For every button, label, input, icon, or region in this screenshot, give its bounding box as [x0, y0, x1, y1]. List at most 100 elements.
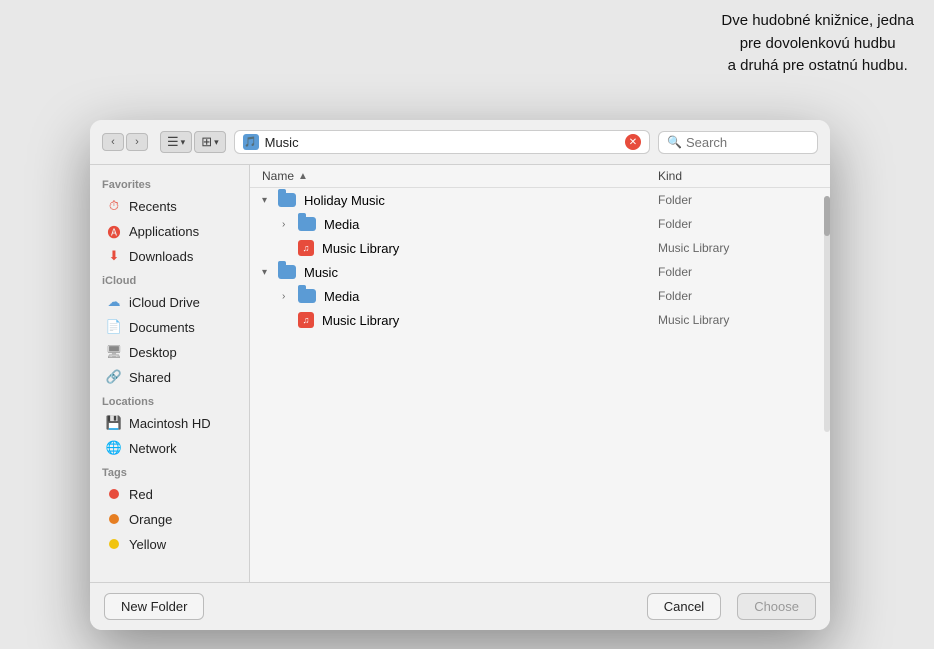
- sort-arrow-icon: ▲: [298, 171, 308, 182]
- desktop-icon: 🖥: [106, 344, 122, 360]
- red-tag-icon: [106, 486, 122, 502]
- sidebar-item-label-applications: Applications: [129, 224, 199, 239]
- expand-arrow-icon[interactable]: ›: [282, 291, 294, 302]
- table-row[interactable]: › Media Folder: [250, 212, 830, 236]
- icloud-header: iCloud: [90, 269, 249, 289]
- location-bar[interactable]: 🎵 Music ✕: [234, 130, 650, 154]
- back-button[interactable]: ‹: [102, 133, 124, 151]
- footer: New Folder Cancel Choose: [90, 582, 830, 630]
- sidebar-item-label-orange: Orange: [129, 512, 172, 527]
- expand-arrow-icon[interactable]: ▾: [262, 267, 274, 278]
- file-list: ▾ Holiday Music Folder › Media Folder: [250, 188, 830, 582]
- sidebar-item-icloud-drive[interactable]: ☁ iCloud Drive: [94, 290, 245, 314]
- list-view-button[interactable]: ☰ ▾: [160, 131, 192, 153]
- file-name-cell: ♫ Music Library: [262, 240, 658, 256]
- sidebar-item-label-desktop: Desktop: [129, 345, 177, 360]
- grid-view-button[interactable]: ⊞ ▾: [194, 131, 225, 153]
- locations-header: Locations: [90, 390, 249, 410]
- file-kind-cell: Music Library: [658, 241, 818, 255]
- expand-arrow-icon[interactable]: ›: [282, 219, 294, 230]
- main-content: Favorites ⏱ Recents 🅐 Applications ⬇ Dow…: [90, 165, 830, 582]
- sidebar-item-documents[interactable]: 📄 Documents: [94, 315, 245, 339]
- file-header: Name ▲ Kind: [250, 165, 830, 188]
- file-name-cell: › Media: [262, 217, 658, 232]
- sidebar-item-label-yellow: Yellow: [129, 537, 166, 552]
- scrollbar-thumb: [824, 196, 830, 236]
- music-library-icon: ♫: [298, 240, 314, 256]
- sidebar-item-label-shared: Shared: [129, 370, 171, 385]
- search-icon: 🔍: [667, 135, 682, 149]
- sidebar-item-yellow[interactable]: Yellow: [94, 532, 245, 556]
- sidebar-item-downloads[interactable]: ⬇ Downloads: [94, 244, 245, 268]
- nav-buttons: ‹ ›: [102, 133, 148, 151]
- orange-tag-icon: [106, 511, 122, 527]
- col-name-header[interactable]: Name ▲: [262, 169, 658, 183]
- sidebar-item-shared[interactable]: 🔗 Shared: [94, 365, 245, 389]
- folder-icon: [298, 289, 316, 303]
- file-kind-cell: Folder: [658, 193, 818, 207]
- documents-icon: 📄: [106, 319, 122, 335]
- downloads-icon: ⬇: [106, 248, 122, 264]
- scrollbar[interactable]: [816, 188, 830, 582]
- file-name-text: Music Library: [322, 241, 399, 256]
- sidebar-item-red[interactable]: Red: [94, 482, 245, 506]
- search-input[interactable]: [686, 135, 809, 150]
- search-bar[interactable]: 🔍: [658, 131, 818, 154]
- cancel-button[interactable]: Cancel: [647, 593, 721, 620]
- yellow-tag-icon: [106, 536, 122, 552]
- file-name-cell: ▾ Music: [262, 265, 658, 280]
- choose-button[interactable]: Choose: [737, 593, 816, 620]
- annotation-text: Dve hudobné knižnice, jedna pre dovolenk…: [721, 10, 914, 78]
- file-name-text: Music Library: [322, 313, 399, 328]
- scrollbar-track: [824, 196, 830, 432]
- file-kind-cell: Folder: [658, 289, 818, 303]
- location-close-button[interactable]: ✕: [625, 134, 641, 150]
- grid-view-chevron: ▾: [214, 137, 219, 148]
- file-name-cell: ▾ Holiday Music: [262, 193, 658, 208]
- sidebar-item-orange[interactable]: Orange: [94, 507, 245, 531]
- sidebar-item-label-icloud: iCloud Drive: [129, 295, 200, 310]
- file-name-text: Music: [304, 265, 338, 280]
- sidebar-item-desktop[interactable]: 🖥 Desktop: [94, 340, 245, 364]
- favorites-header: Favorites: [90, 173, 249, 193]
- icloud-drive-icon: ☁: [106, 294, 122, 310]
- shared-icon: 🔗: [106, 369, 122, 385]
- file-name-text: Holiday Music: [304, 193, 385, 208]
- sidebar: Favorites ⏱ Recents 🅐 Applications ⬇ Dow…: [90, 165, 250, 582]
- tags-header: Tags: [90, 461, 249, 481]
- sidebar-item-macintosh-hd[interactable]: 💾 Macintosh HD: [94, 411, 245, 435]
- forward-button[interactable]: ›: [126, 133, 148, 151]
- sidebar-item-network[interactable]: 🌐 Network: [94, 436, 245, 460]
- new-folder-button[interactable]: New Folder: [104, 593, 204, 620]
- sidebar-item-label-network: Network: [129, 441, 177, 456]
- file-name-text: Media: [324, 289, 359, 304]
- file-dialog: ‹ › ☰ ▾ ⊞ ▾ 🎵 Music ✕ 🔍 Favorites: [90, 120, 830, 630]
- folder-icon: [278, 265, 296, 279]
- view-buttons: ☰ ▾ ⊞ ▾: [160, 131, 226, 153]
- sidebar-item-recents[interactable]: ⏱ Recents: [94, 194, 245, 218]
- file-name-text: Media: [324, 217, 359, 232]
- file-kind-cell: Folder: [658, 265, 818, 279]
- location-folder-icon: 🎵: [243, 134, 259, 150]
- table-row[interactable]: ▾ Holiday Music Folder: [250, 188, 830, 212]
- toolbar: ‹ › ☰ ▾ ⊞ ▾ 🎵 Music ✕ 🔍: [90, 120, 830, 165]
- empty-row: [250, 332, 830, 356]
- table-row[interactable]: › Media Folder: [250, 284, 830, 308]
- sidebar-item-label-recents: Recents: [129, 199, 177, 214]
- col-kind-header[interactable]: Kind: [658, 169, 818, 183]
- sidebar-item-label-red: Red: [129, 487, 153, 502]
- table-row[interactable]: ♫ Music Library Music Library: [250, 308, 830, 332]
- file-kind-cell: Music Library: [658, 313, 818, 327]
- recents-icon: ⏱: [106, 198, 122, 214]
- folder-icon: [298, 217, 316, 231]
- sidebar-item-applications[interactable]: 🅐 Applications: [94, 219, 245, 243]
- table-row[interactable]: ▾ Music Folder: [250, 260, 830, 284]
- macintosh-hd-icon: 💾: [106, 415, 122, 431]
- expand-arrow-icon[interactable]: ▾: [262, 195, 274, 206]
- folder-icon: [278, 193, 296, 207]
- file-name-cell: › Media: [262, 289, 658, 304]
- table-row[interactable]: ♫ Music Library Music Library: [250, 236, 830, 260]
- music-library-icon: ♫: [298, 312, 314, 328]
- list-view-icon: ☰: [167, 134, 179, 150]
- file-name-cell: ♫ Music Library: [262, 312, 658, 328]
